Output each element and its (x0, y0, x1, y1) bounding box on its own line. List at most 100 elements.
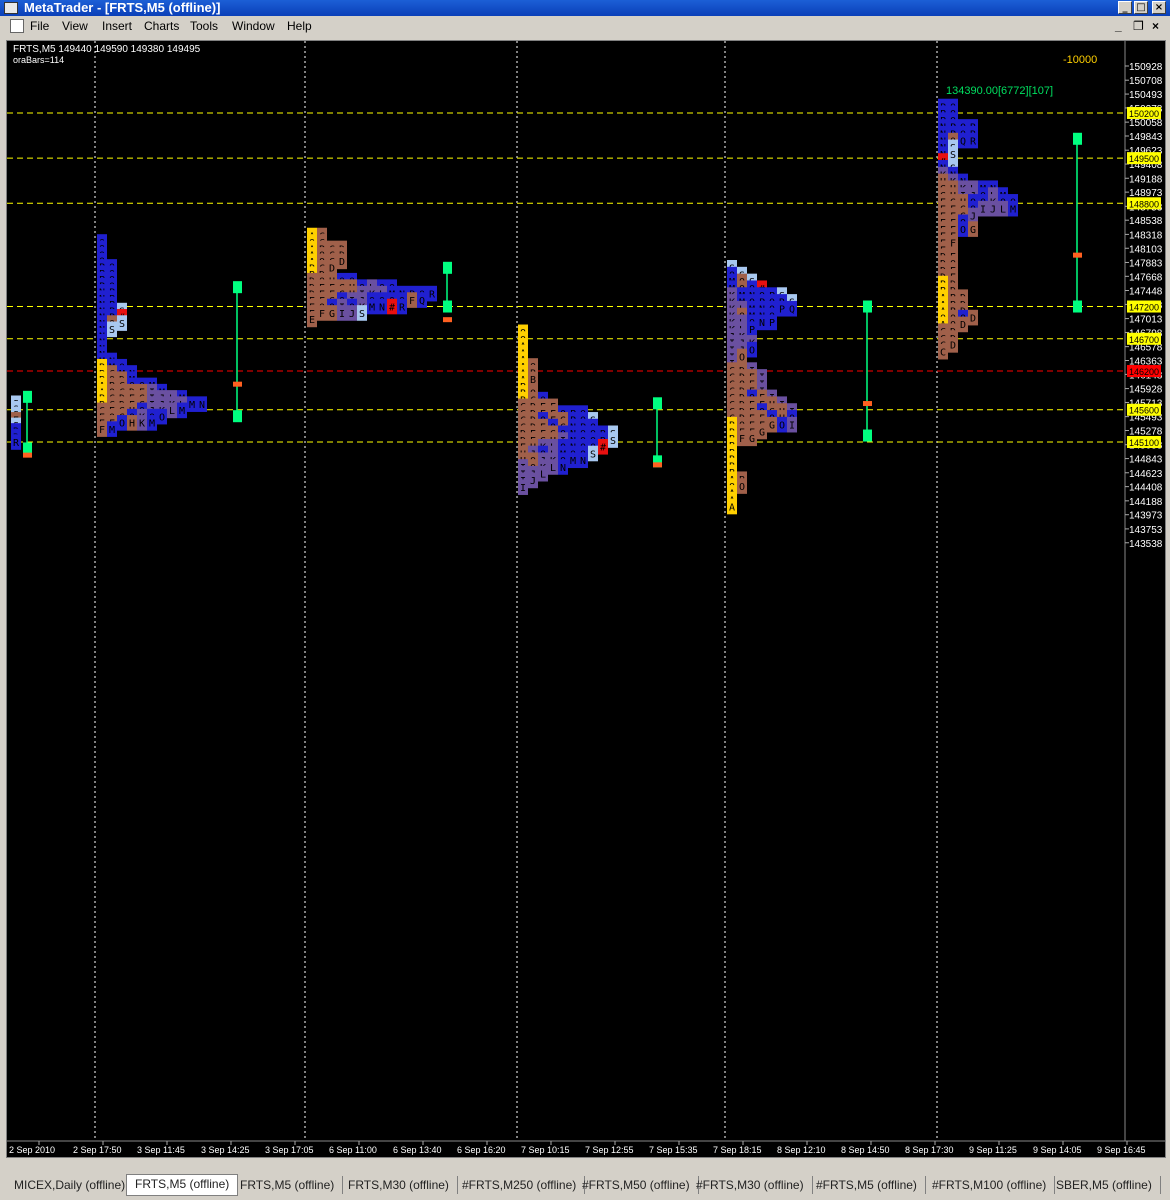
app-icon (4, 2, 18, 14)
minimize-button[interactable]: _ (1118, 1, 1132, 14)
profile-5: PQPQPQNPQRNPQRNOQRNSNS#NSKNHKNGHKLMNGHIJ… (938, 98, 1018, 360)
tpo-letter: S (119, 319, 125, 330)
range-high-marker (653, 397, 662, 410)
time-tick-label: 6 Sep 11:00 (329, 1145, 377, 1155)
tpo-letter: O (779, 420, 785, 431)
tpo-letter: O (119, 419, 125, 430)
time-tick-label: 3 Sep 11:45 (137, 1145, 185, 1155)
menu-view[interactable]: View (62, 19, 88, 33)
time-tick-label: 6 Sep 13:40 (393, 1145, 442, 1155)
time-tick-label: 9 Sep 14:05 (1033, 1145, 1082, 1155)
tpo-letter: D (970, 313, 976, 324)
chart-info-ohlc: FRTS,M5 149440 149590 149380 149495 (13, 44, 201, 55)
tpo-letter: S (109, 325, 115, 336)
tpo-letter: L (169, 406, 175, 417)
menu-file[interactable]: File (30, 19, 49, 33)
chart-tab[interactable]: #FRTS,M5 (offline) (808, 1176, 926, 1194)
profile-stat-label: 134390.00[6772][107] (946, 85, 1053, 97)
chart-tab[interactable]: #FRTS,M250 (offline) (454, 1176, 586, 1194)
chart-tab[interactable]: #FRTS,M30 (offline) (688, 1176, 813, 1194)
poc-marker (233, 381, 242, 387)
tpo-letter: S (590, 449, 596, 460)
tpo-letter: R (970, 136, 977, 147)
poc-marker (863, 401, 872, 407)
price-tick-label: 148318 (1129, 230, 1163, 241)
tpo-letter: O (960, 225, 966, 236)
close-child-icon[interactable]: × (1152, 19, 1159, 33)
tpo-letter: R (13, 438, 20, 449)
document-icon[interactable] (10, 19, 24, 33)
time-tick-label: 3 Sep 17:05 (265, 1145, 314, 1155)
chart-tab[interactable]: FRTS,M5 (offline) (126, 1174, 239, 1196)
price-tick-label: 144408 (1129, 483, 1163, 494)
profile-1: QQQQPQPQPQPQNPNPNPNPSNP#NOSNSNNNNMNBMOBC… (97, 234, 207, 437)
price-tick-label: 148103 (1129, 244, 1163, 255)
range-high-marker (23, 390, 32, 403)
window-title: MetaTrader - [FRTS,M5 (offline)] (24, 0, 221, 15)
price-tick-label: 150493 (1129, 90, 1163, 101)
tpo-letter: F (739, 434, 745, 445)
menu-insert[interactable]: Insert (102, 19, 132, 33)
level-label: 150200 (1129, 109, 1159, 119)
tpo-letter: G (749, 434, 755, 445)
tpo-letter: D (950, 341, 956, 352)
price-tick-label: 143753 (1129, 525, 1163, 536)
menu-window[interactable]: Window (232, 19, 275, 33)
tpo-letter: O (739, 352, 745, 363)
tpo-letter: N (759, 318, 765, 329)
price-tick-label: 147668 (1129, 272, 1163, 283)
minimize-child-icon[interactable]: _ (1115, 19, 1122, 33)
tpo-letter: A (729, 502, 735, 513)
price-tick-label: 149843 (1129, 132, 1163, 143)
price-tick-label: 149188 (1129, 174, 1163, 185)
tpo-letter: G (970, 225, 976, 236)
close-button[interactable]: × (1152, 1, 1166, 14)
chart-window[interactable]: SSSESRRRQQQQPQPQPQPQNPNPNPNPSNP#NOSNSNNN… (6, 40, 1166, 1158)
tpo-letter: L (540, 469, 546, 480)
chart-tab[interactable]: MICEX,Daily (offline) (6, 1176, 135, 1194)
profile-0: SSSESRRR (11, 395, 21, 450)
time-tick-label: 7 Sep 18:15 (713, 1145, 762, 1155)
tpo-letter: Q (960, 136, 966, 147)
time-tick-label: 3 Sep 14:25 (201, 1145, 250, 1155)
poc-marker (23, 452, 32, 458)
menu-help[interactable]: Help (287, 19, 312, 33)
level-label: 146200 (1129, 367, 1159, 377)
tpo-letter: J (970, 211, 976, 222)
tpo-letter: B (530, 375, 536, 386)
tpo-letter: M (109, 425, 115, 436)
range-low-marker (233, 410, 242, 423)
chart-tab[interactable]: #FRTS,M100 (offline) (924, 1176, 1056, 1194)
tpo-letter: I (980, 204, 986, 215)
tpo-letter: S (950, 150, 956, 161)
tpo-letter: F (950, 239, 956, 250)
tpo-letter: G (759, 427, 765, 438)
chart-tab[interactable]: SBER,M5 (offline) (1048, 1176, 1161, 1194)
tpo-letter: P (769, 318, 775, 329)
profile-4: SQSMOSMOO#KMNOPSKMOPQRSKLMNOPQKOMNOKLONP… (727, 260, 797, 515)
time-axis: 2 Sep 2010 2 Sep 17:50 3 Sep 11:45 3 Sep 14… (7, 1140, 1165, 1155)
tpo-letter: O (159, 412, 165, 423)
tpo-letter: L (550, 463, 556, 474)
restore-child-icon[interactable]: ❐ (1133, 19, 1144, 33)
tpo-letter: P (749, 325, 755, 336)
range-high-marker (443, 261, 452, 274)
time-tick-label: 8 Sep 14:50 (841, 1145, 890, 1155)
tpo-letter: I (520, 483, 526, 494)
tpo-letter: M (189, 400, 195, 411)
menu-tools[interactable]: Tools (190, 19, 218, 33)
maximize-button[interactable]: □ (1134, 1, 1148, 14)
chart-tab[interactable]: FRTS,M30 (offline) (340, 1176, 458, 1194)
chart-tab[interactable]: FRTS,M5 (offline) (232, 1176, 344, 1194)
tpo-letter: N (560, 463, 566, 474)
price-tick-label: 145928 (1129, 385, 1163, 396)
menu-charts[interactable]: Charts (144, 19, 179, 33)
range-low-marker (863, 429, 872, 442)
level-label: 146700 (1129, 335, 1159, 345)
tpo-letter: R (399, 302, 406, 313)
chart-canvas[interactable]: SSSESRRRQQQQPQPQPQPQNPNPNPNPSNP#NOSNSNNN… (7, 41, 1165, 1157)
tpo-letter: F (99, 425, 105, 436)
grid (94, 41, 938, 1141)
chart-tab[interactable]: #FRTS,M50 (offline) (574, 1176, 699, 1194)
tpo-letter: M (149, 419, 155, 430)
